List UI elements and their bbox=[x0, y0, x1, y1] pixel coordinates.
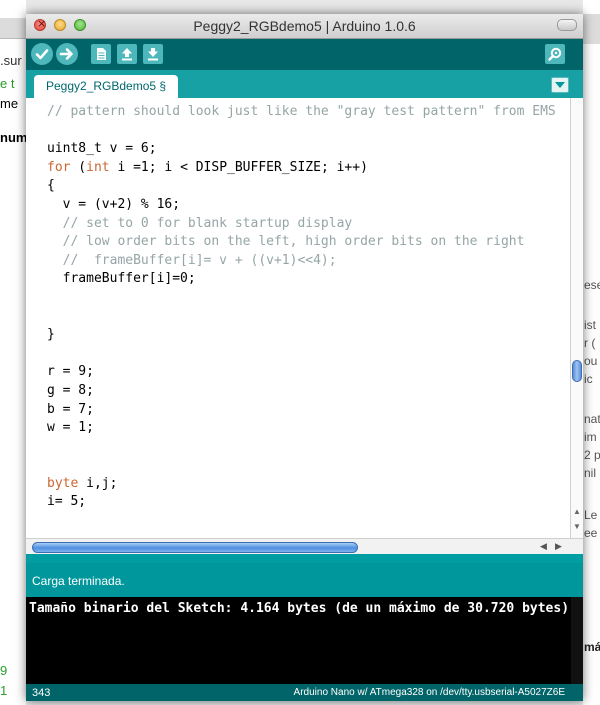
tab-bar: Peggy2_RGBdemo5 § bbox=[26, 70, 583, 98]
open-icon bbox=[122, 48, 132, 61]
code-line[interactable] bbox=[47, 438, 556, 457]
code-line[interactable] bbox=[47, 289, 556, 308]
save-sketch-button[interactable] bbox=[143, 44, 163, 64]
upload-button[interactable] bbox=[56, 43, 78, 65]
scrollbar-corner bbox=[570, 538, 583, 554]
background-text: ic bbox=[584, 372, 593, 386]
background-text: e t bbox=[0, 76, 15, 91]
code-line[interactable]: for (int i =1; i < DISP_BUFFER_SIZE; i++… bbox=[47, 159, 556, 178]
code-line[interactable]: // low order bits on the left, high orde… bbox=[47, 233, 556, 252]
background-tab bbox=[583, 14, 600, 44]
background-text: 1 bbox=[0, 683, 8, 698]
verify-icon bbox=[35, 49, 49, 60]
window-title: Peggy2_RGBdemo5 | Arduino 1.0.6 bbox=[193, 18, 416, 34]
code-line[interactable]: // pattern should look just like the "gr… bbox=[47, 103, 556, 122]
code-line[interactable]: v = (v+2) % 16; bbox=[47, 196, 556, 215]
arduino-window: Peggy2_RGBdemo5 | Arduino 1.0.6 Peggy2_R… bbox=[26, 14, 583, 701]
horizontal-scroll-thumb[interactable] bbox=[32, 542, 358, 553]
console-text: Tamaño binario del Sketch: 4.164 bytes (… bbox=[29, 601, 570, 616]
triangle-down-icon bbox=[555, 82, 565, 88]
tab-sketch[interactable]: Peggy2_RGBdemo5 § bbox=[34, 75, 179, 98]
new-sketch-button[interactable] bbox=[91, 44, 111, 64]
new-icon bbox=[97, 48, 106, 60]
scroll-right-arrow-icon[interactable]: ▶ bbox=[555, 541, 562, 552]
background-text: r ( bbox=[584, 336, 596, 350]
toolbar bbox=[26, 39, 583, 70]
background-page-left: fe .sur e t me num 9 1 bbox=[0, 0, 26, 705]
background-text: im bbox=[584, 430, 597, 444]
background-text: ou bbox=[584, 354, 598, 368]
code-line[interactable]: frameBuffer[i]=0; bbox=[47, 270, 556, 289]
background-page-right: ese ist r ( ou ic nat im 2 p nil Le ee m… bbox=[583, 0, 600, 705]
scroll-up-arrow-icon[interactable]: ▲ bbox=[573, 508, 581, 516]
scroll-down-arrow-icon[interactable]: ▼ bbox=[573, 523, 581, 531]
background-text: 9 bbox=[0, 663, 8, 678]
code-line[interactable]: g = 8; bbox=[47, 382, 556, 401]
background-text: nil bbox=[584, 466, 597, 480]
background-text: num bbox=[0, 130, 26, 145]
pane-divider[interactable] bbox=[26, 554, 583, 563]
background-text: ese bbox=[584, 278, 600, 292]
open-sketch-button[interactable] bbox=[117, 44, 137, 64]
code-line[interactable]: byte i,j; bbox=[47, 475, 556, 494]
verify-button[interactable] bbox=[31, 43, 53, 65]
code-line[interactable]: // frameBuffer[i]= v + ((v+1)<<4); bbox=[47, 252, 556, 271]
background-text: Le bbox=[584, 508, 598, 522]
title-bar[interactable]: Peggy2_RGBdemo5 | Arduino 1.0.6 bbox=[26, 14, 583, 39]
code-text[interactable]: // pattern should look just like the "gr… bbox=[47, 103, 556, 512]
code-line[interactable]: r = 9; bbox=[47, 363, 556, 382]
code-line[interactable]: // set to 0 for blank startup display bbox=[47, 215, 556, 234]
status-bar: Carga terminada. bbox=[26, 563, 583, 597]
status-message: Carga terminada. bbox=[32, 574, 125, 588]
toolbar-toggle-button[interactable] bbox=[557, 19, 577, 31]
tab-menu-button[interactable] bbox=[551, 77, 569, 93]
background-text: ist bbox=[584, 318, 596, 332]
code-line[interactable] bbox=[47, 345, 556, 364]
background-text: ee bbox=[584, 526, 598, 540]
background-text: nat bbox=[584, 412, 600, 426]
code-line[interactable]: uint8_t v = 6; bbox=[47, 140, 556, 159]
horizontal-scrollbar[interactable]: ◀ ▶ bbox=[26, 538, 570, 554]
code-line[interactable]: i= 5; bbox=[47, 493, 556, 512]
board-port-info: Arduino Nano w/ ATmega328 on /dev/tty.us… bbox=[293, 687, 565, 698]
background-text: má bbox=[584, 640, 600, 654]
background-text: 2 p bbox=[584, 448, 600, 462]
code-line[interactable] bbox=[47, 122, 556, 141]
code-line[interactable] bbox=[47, 456, 556, 475]
line-number: 343 bbox=[32, 687, 51, 699]
code-line[interactable]: { bbox=[47, 177, 556, 196]
code-line[interactable]: w = 1; bbox=[47, 419, 556, 438]
scroll-left-arrow-icon[interactable]: ◀ bbox=[540, 541, 547, 552]
code-line[interactable]: b = 7; bbox=[47, 401, 556, 420]
code-line[interactable]: } bbox=[47, 326, 556, 345]
console-scrollbar[interactable] bbox=[571, 597, 583, 684]
background-text: .sur bbox=[0, 53, 22, 68]
upload-icon bbox=[59, 48, 73, 60]
serial-monitor-icon bbox=[548, 47, 562, 61]
background-tab bbox=[0, 18, 26, 39]
footer-bar: 343 Arduino Nano w/ ATmega328 on /dev/tt… bbox=[26, 684, 583, 701]
code-editor[interactable]: // pattern should look just like the "gr… bbox=[26, 98, 570, 538]
save-icon bbox=[148, 48, 158, 61]
vertical-scroll-thumb[interactable] bbox=[572, 360, 582, 382]
background-text: me bbox=[0, 96, 19, 111]
console-output[interactable]: Tamaño binario del Sketch: 4.164 bytes (… bbox=[26, 597, 583, 684]
vertical-scrollbar[interactable]: ▲ ▼ bbox=[570, 98, 583, 538]
serial-monitor-button[interactable] bbox=[545, 44, 565, 64]
code-line[interactable] bbox=[47, 308, 556, 327]
